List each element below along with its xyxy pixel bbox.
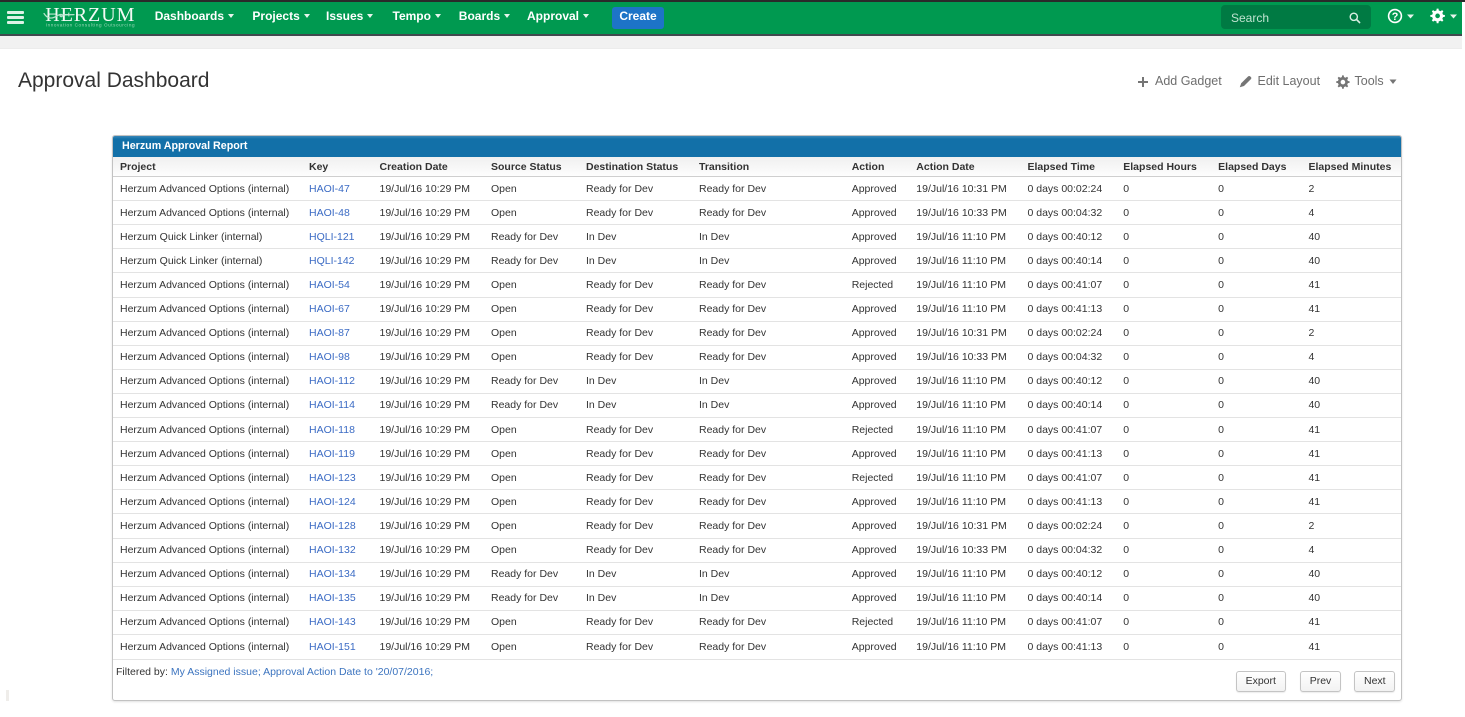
svg-text:?: ? (1392, 11, 1399, 23)
svg-text:Innovation Consulting Outsourc: Innovation Consulting Outsourcing (45, 22, 134, 27)
